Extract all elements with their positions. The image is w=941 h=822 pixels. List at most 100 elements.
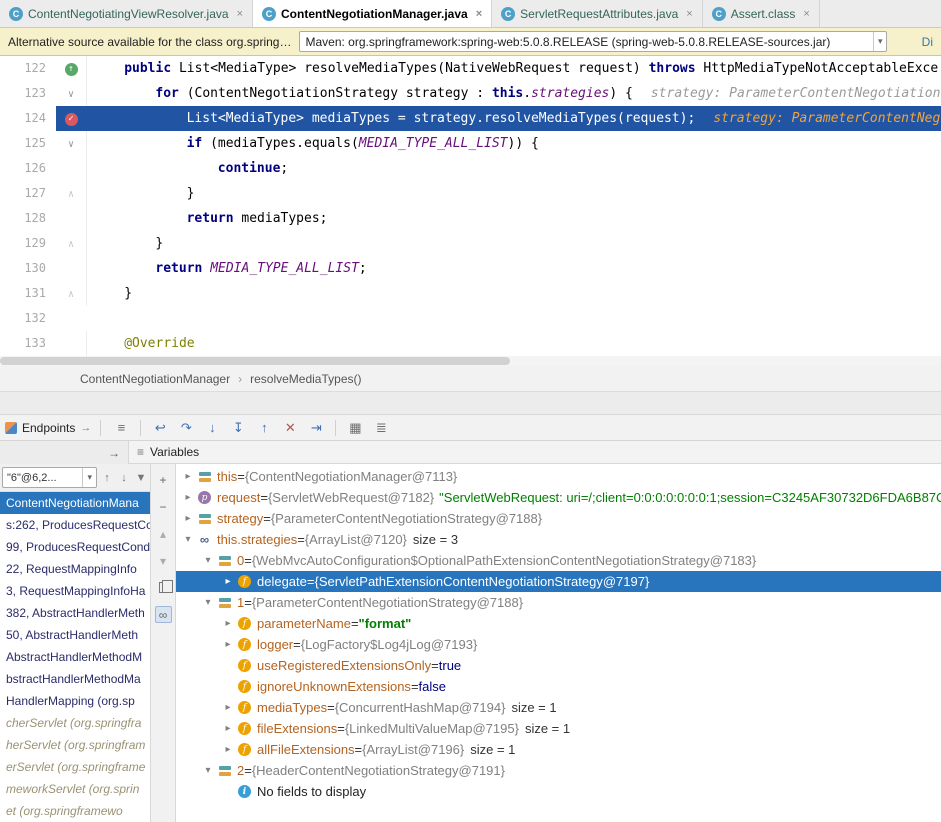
frame-row[interactable]: 3, RequestMappingInfoHa [0,580,150,602]
line-number[interactable]: 133 [0,331,56,356]
editor-tab[interactable]: CAssert.class× [703,0,820,27]
expand-chevron-icon[interactable]: ▸ [220,576,236,587]
variable-row[interactable]: ▸strategy = {ParameterContentNegotiation… [176,508,941,529]
line-number[interactable]: 131 [0,281,56,306]
code-line[interactable]: 130return MEDIA_TYPE_ALL_LIST; [0,256,941,281]
variable-row[interactable]: ▸ffileExtensions = {LinkedMultiValueMap@… [176,718,941,739]
expand-chevron-icon[interactable]: ▸ [220,744,236,755]
frame-row[interactable]: cherServlet (org.springfra [0,712,150,734]
add-watch-icon[interactable]: + [155,471,172,488]
frame-up-icon[interactable]: ↑ [100,472,114,484]
expand-chevron-icon[interactable]: ▸ [220,723,236,734]
breadcrumb-item[interactable]: ContentNegotiationManager [80,372,230,386]
frame-row[interactable]: HandlerMapping (org.sp [0,690,150,712]
variable-row[interactable]: ▸fmediaTypes = {ConcurrentHashMap@7194}s… [176,697,941,718]
expand-chevron-icon[interactable]: ▸ [220,702,236,713]
expand-chevron-icon[interactable]: ▾ [200,555,216,566]
line-number[interactable]: 129 [0,231,56,256]
frame-row[interactable]: ContentNegotiationMana [0,492,150,514]
copy-icon[interactable] [155,579,172,596]
step-out-icon[interactable]: ↑ [253,418,275,438]
frame-row[interactable]: 99, ProducesRequestCond [0,536,150,558]
line-number[interactable]: 126 [0,156,56,181]
horizontal-scrollbar[interactable] [0,356,941,366]
menu-icon[interactable]: ≡ [110,418,132,438]
variable-row[interactable]: fignoreUnknownExtensions = false [176,676,941,697]
code-line[interactable]: 125∨if (mediaTypes.equals(MEDIA_TYPE_ALL… [0,131,941,156]
expand-chevron-icon[interactable]: ▸ [220,639,236,650]
line-number[interactable]: 132 [0,306,56,331]
code-line[interactable]: 124✓List<MediaType> mediaTypes = strateg… [0,106,941,131]
frame-row[interactable]: 382, AbstractHandlerMeth [0,602,150,624]
frame-down-icon[interactable]: ↓ [117,472,131,484]
line-number[interactable]: 128 [0,206,56,231]
editor-tab[interactable]: CServletRequestAttributes.java× [492,0,703,27]
frame-row[interactable]: herServlet (org.springfram [0,734,150,756]
variable-row[interactable]: ▸flogger = {LogFactory$Log4jLog@7193} [176,634,941,655]
expand-chevron-icon[interactable]: ▸ [180,471,196,482]
variable-row[interactable]: ▾∞this.strategies = {ArrayList@7120}size… [176,529,941,550]
variable-row[interactable]: ▸this = {ContentNegotiationManager@7113} [176,466,941,487]
scroll-up-icon[interactable]: ▴ [155,525,172,542]
code-line[interactable]: 131∧} [0,281,941,306]
breakpoint-icon[interactable]: ✓ [65,113,78,126]
code-line[interactable]: 123∨for (ContentNegotiationStrategy stra… [0,81,941,106]
line-number[interactable]: 123 [0,81,56,106]
line-number[interactable]: 125 [0,131,56,156]
code-line[interactable]: 126continue; [0,156,941,181]
code-line[interactable]: 133@Override [0,331,941,356]
tab-close-icon[interactable]: × [686,8,692,20]
code-line[interactable]: 127∧} [0,181,941,206]
source-jar-combobox[interactable]: Maven: org.springframework:spring-web:5.… [299,31,887,52]
show-watches-icon[interactable]: ∞ [155,606,172,623]
tab-close-icon[interactable]: × [237,8,243,20]
frame-row[interactable]: et (org.springframewo [0,800,150,822]
settings-icon[interactable]: ≣ [370,418,392,438]
variable-row[interactable]: fuseRegisteredExtensionsOnly = true [176,655,941,676]
variable-row[interactable]: ▾2 = {HeaderContentNegotiationStrategy@7… [176,760,941,781]
line-number[interactable]: 122 [0,56,56,81]
scrollbar-thumb[interactable] [0,357,510,365]
step-into-icon[interactable]: ↓ [201,418,223,438]
frame-row[interactable]: bstractHandlerMethodMa [0,668,150,690]
frame-row[interactable]: erServlet (org.springframe [0,756,150,778]
scroll-down-icon[interactable]: ▾ [155,552,172,569]
code-line[interactable]: 122↑public List<MediaType> resolveMediaT… [0,56,941,81]
frame-row[interactable]: meworkServlet (org.sprin [0,778,150,800]
implements-icon[interactable]: ↑ [65,63,78,76]
variable-row[interactable]: ▸prequest = {ServletWebRequest@7182}"Ser… [176,487,941,508]
filter-icon[interactable]: ▼ [134,472,148,484]
disable-link[interactable]: Di [922,35,933,49]
expand-chevron-icon[interactable]: ▸ [180,492,196,503]
expand-chevron-icon[interactable]: ▾ [180,534,196,545]
layout-grid-icon[interactable]: ▦ [344,418,366,438]
expand-chevron-icon[interactable]: ▾ [200,597,216,608]
frame-row[interactable]: AbstractHandlerMethodM [0,646,150,668]
thread-selector[interactable]: "6"@6,2... ▾ [2,467,97,488]
variable-row[interactable]: ▸fdelegate = {ServletPathExtensionConten… [176,571,941,592]
editor-tab[interactable]: CContentNegotiatingViewResolver.java× [0,0,253,27]
step-over-icon[interactable]: ↷ [175,418,197,438]
run-to-cursor-icon[interactable]: ⇥ [305,418,327,438]
chevron-down-icon[interactable]: ▾ [873,32,887,51]
code-line[interactable]: 132 [0,306,941,331]
code-line[interactable]: 129∧} [0,231,941,256]
line-number[interactable]: 130 [0,256,56,281]
breadcrumb-item[interactable]: resolveMediaTypes() [250,372,361,386]
expand-chevron-icon[interactable]: ▸ [180,513,196,524]
variable-row[interactable]: ▾1 = {ParameterContentNegotiationStrateg… [176,592,941,613]
endpoints-tab[interactable]: Endpoints → [5,421,91,435]
code-editor[interactable]: 122↑public List<MediaType> resolveMediaT… [0,56,941,366]
line-number[interactable]: 124 [0,106,56,131]
variable-row[interactable]: iNo fields to display [176,781,941,802]
code-line[interactable]: 128return mediaTypes; [0,206,941,231]
drop-frame-icon[interactable]: ✕ [279,418,301,438]
variable-row[interactable]: ▸fallFileExtensions = {ArrayList@7196}si… [176,739,941,760]
show-execution-point-icon[interactable]: ↩ [149,418,171,438]
remove-watch-icon[interactable]: − [155,498,172,515]
force-step-into-icon[interactable]: ↧ [227,418,249,438]
frame-row[interactable]: 22, RequestMappingInfo [0,558,150,580]
chevron-down-icon[interactable]: ▾ [82,468,96,487]
expand-chevron-icon[interactable]: ▾ [200,765,216,776]
frame-row[interactable]: 50, AbstractHandlerMeth [0,624,150,646]
